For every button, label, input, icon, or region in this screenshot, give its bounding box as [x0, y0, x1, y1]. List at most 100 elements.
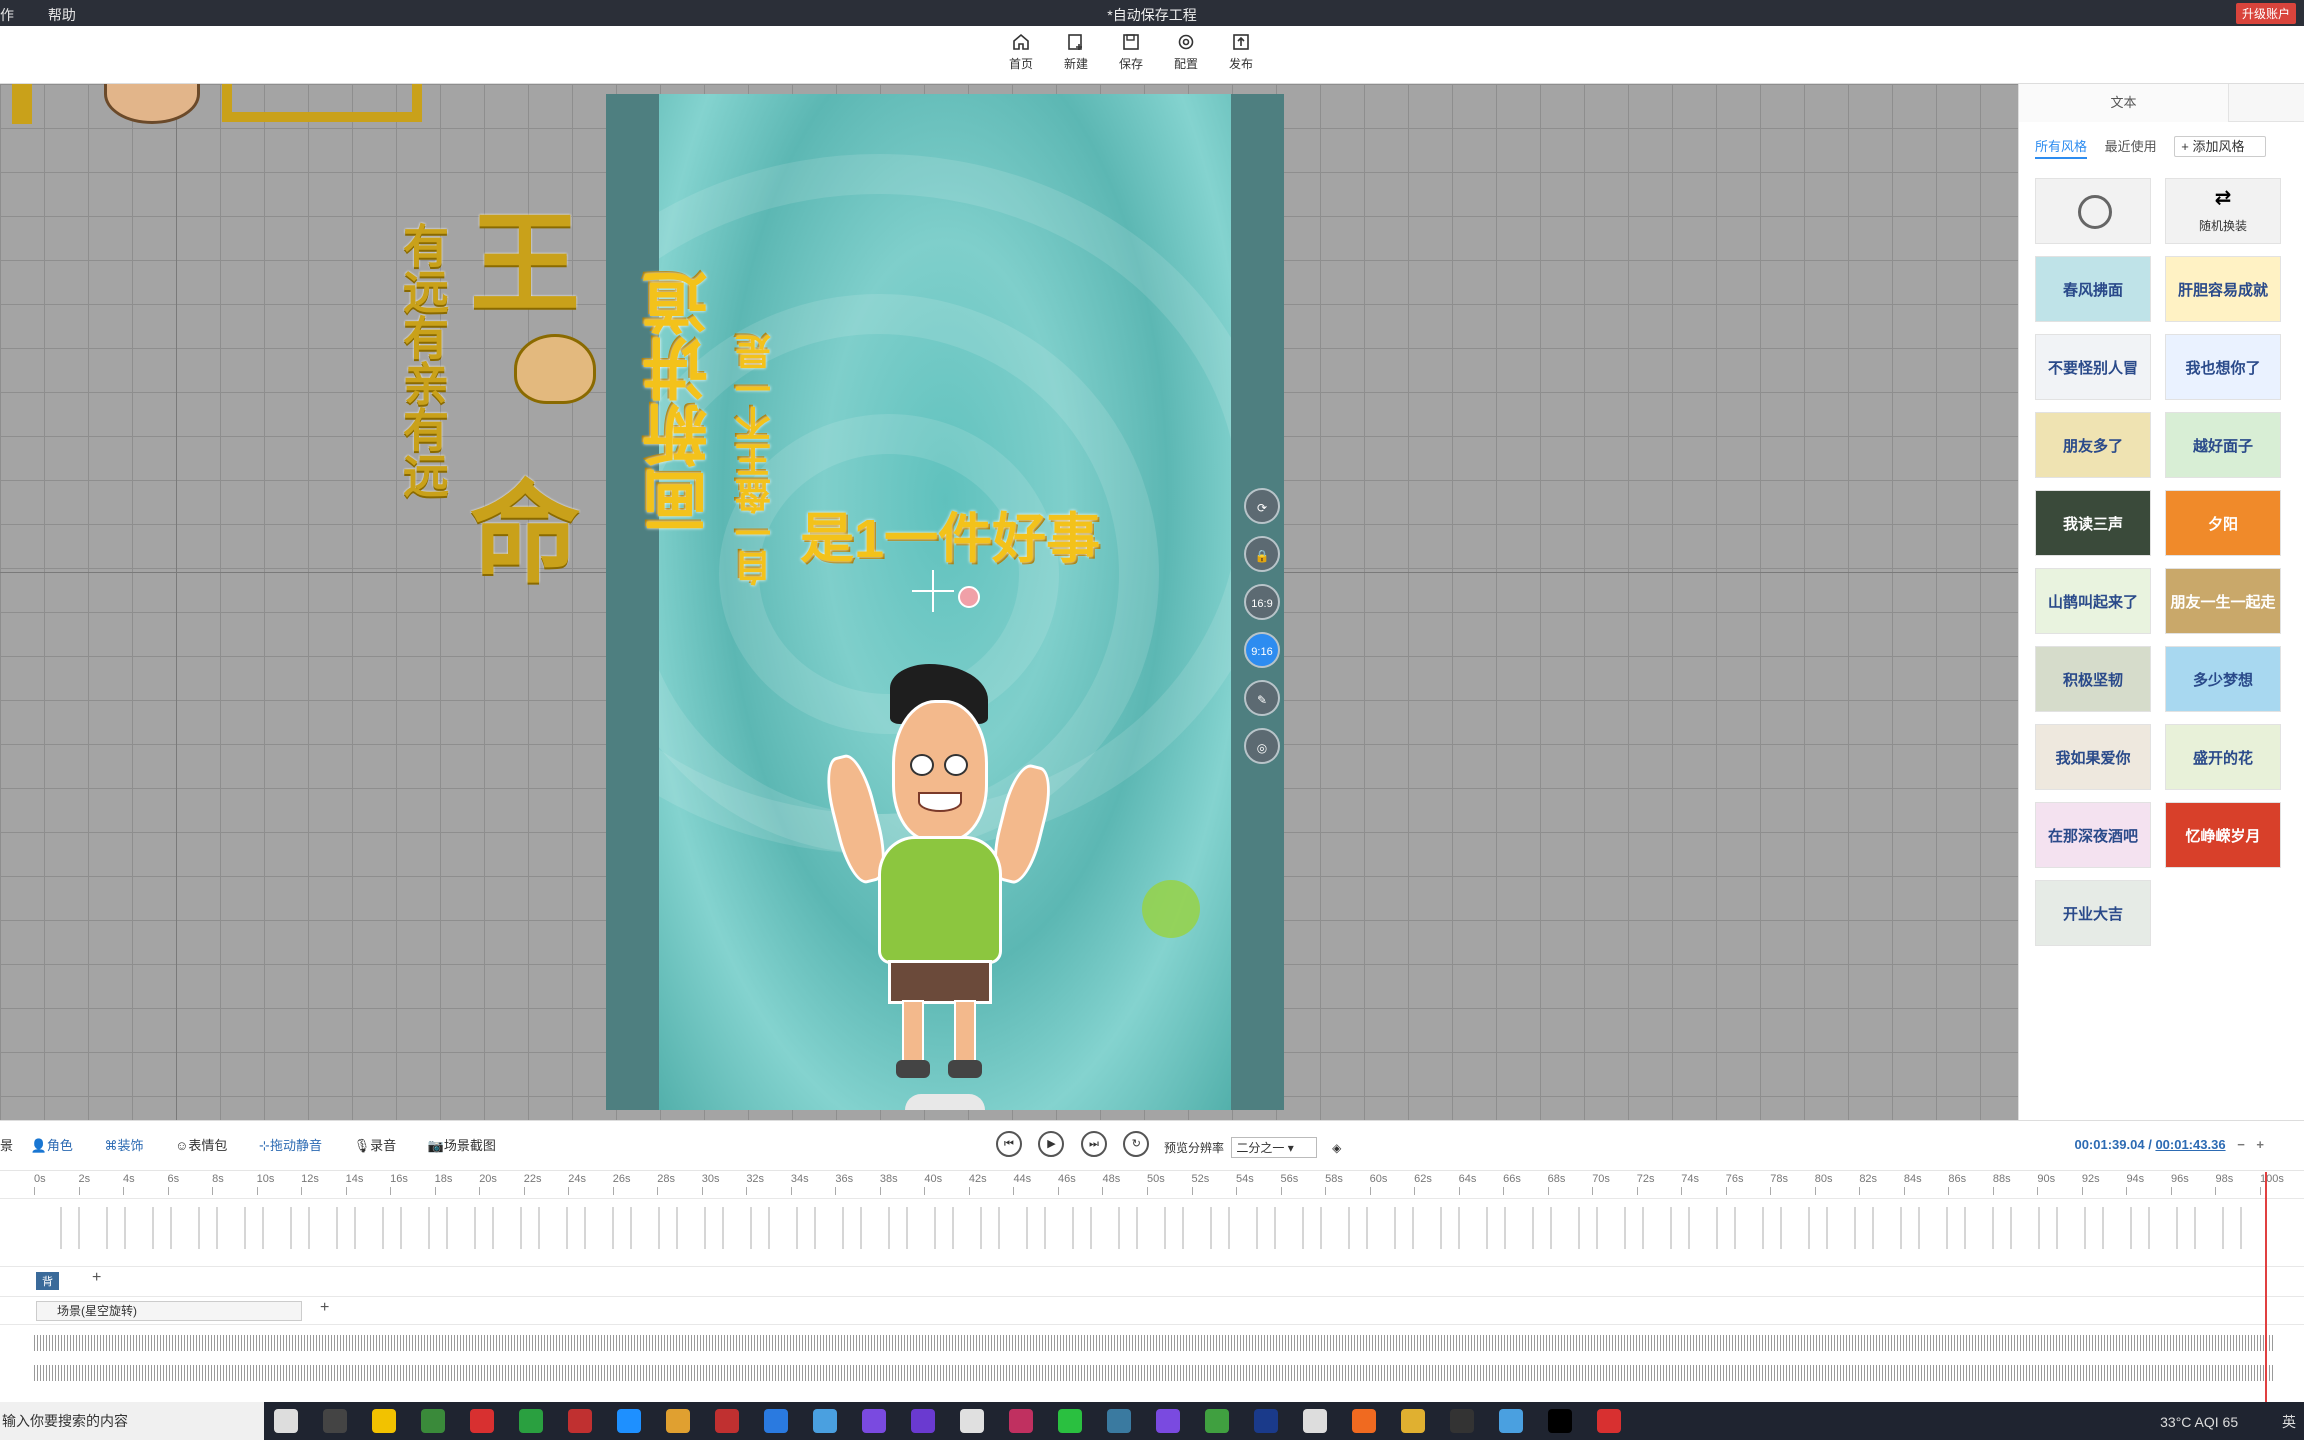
taskbar-app-icon[interactable]	[1303, 1409, 1327, 1433]
offstage-text-top-left[interactable]	[222, 84, 422, 122]
small-bird-sticker[interactable]	[958, 586, 980, 608]
skip-forward-icon[interactable]: ⏭	[1080, 1131, 1107, 1157]
resolution-select[interactable]: 二分之一 ▾	[1231, 1137, 1317, 1158]
audio-waveform-1[interactable]	[34, 1335, 2274, 1351]
offstage-character-bottom[interactable]	[12, 84, 32, 124]
settings-button[interactable]: 配置	[1161, 32, 1211, 72]
weather-display[interactable]: 33°C AQI 65	[2160, 1414, 2238, 1430]
tool-decoration[interactable]: ⌘装饰	[104, 1138, 157, 1153]
taskbar-app-icon[interactable]	[274, 1409, 298, 1433]
style-thumbnail[interactable]: 积极坚韧	[2035, 646, 2151, 712]
style-thumbnail[interactable]	[2035, 178, 2151, 244]
taskbar-app-icon[interactable]	[470, 1409, 494, 1433]
offstage-text-vertical[interactable]: 有远有亲有远	[390, 222, 456, 498]
style-thumbnail[interactable]: 山鹊叫起来了	[2035, 568, 2151, 634]
offstage-text-big[interactable]: 命	[470, 444, 580, 604]
timeline-ruler[interactable]: 0s 2s 4s 6s 8s 10s 12s 14s 16s 18s 20s 22s 24s 26s 28s…	[0, 1170, 2304, 1198]
taskbar-app-icon[interactable]	[960, 1409, 984, 1433]
audio-waveform-2[interactable]	[34, 1365, 2274, 1381]
style-thumbnail[interactable]: 忆峥嵘岁月	[2165, 802, 2281, 868]
taskbar-app-icon[interactable]	[1156, 1409, 1180, 1433]
cartoon-character[interactable]	[818, 664, 1058, 1084]
zoom-out-icon[interactable]: −	[2237, 1137, 2245, 1152]
play-icon[interactable]: ▶	[1038, 1131, 1065, 1157]
taskbar-app-icon[interactable]	[372, 1409, 396, 1433]
taskbar-app-icon[interactable]	[666, 1409, 690, 1433]
style-thumbnail[interactable]: 肝胆容易成就	[2165, 256, 2281, 322]
home-button[interactable]: 首页	[996, 32, 1046, 72]
editor-canvas[interactable]: 有远有亲有远 命 王 画新讲道 自一盘王不一是 是1一件好事 ⟳ 🔒 16:9 …	[0, 84, 2018, 1120]
add-style-button[interactable]: + 添加风格	[2174, 136, 2266, 157]
taskbar-app-icon[interactable]	[911, 1409, 935, 1433]
keyframe-track[interactable]	[0, 1198, 2304, 1266]
stage-headline[interactable]: 是1一件好事	[800, 494, 1100, 573]
taskbar-app-icon[interactable]	[1499, 1409, 1523, 1433]
style-thumbnail[interactable]: 越好面子	[2165, 412, 2281, 478]
taskbar-app-icon[interactable]	[715, 1409, 739, 1433]
keyframe-markers[interactable]	[34, 1207, 2264, 1249]
taskbar-app-icon[interactable]	[519, 1409, 543, 1433]
taskbar-app-icon[interactable]	[568, 1409, 592, 1433]
stage-frame[interactable]: 画新讲道 自一盘王不一是 是1一件好事	[606, 94, 1284, 1110]
offstage-text-king[interactable]: 王	[470, 174, 580, 334]
style-thumbnail[interactable]: 我读三声	[2035, 490, 2151, 556]
taskbar-app-icon[interactable]	[1352, 1409, 1376, 1433]
stage-collapse-handle[interactable]	[905, 1094, 985, 1110]
style-thumbnail[interactable]: 多少梦想	[2165, 646, 2281, 712]
style-thumbnail[interactable]: ⇄ 随机换装	[2165, 178, 2281, 244]
edit-button[interactable]: ✎	[1244, 680, 1280, 716]
zoom-in-icon[interactable]: +	[2256, 1137, 2264, 1152]
add-layer-button[interactable]: +	[92, 1269, 101, 1287]
publish-button[interactable]: 发布	[1216, 32, 1266, 72]
style-thumbnail[interactable]: 夕阳	[2165, 490, 2281, 556]
taskbar-app-icon[interactable]	[862, 1409, 886, 1433]
subtab-recent[interactable]: 最近使用	[2105, 139, 2157, 154]
offstage-crown-figure[interactable]	[514, 334, 596, 404]
add-scene-button[interactable]: +	[320, 1299, 329, 1317]
taskbar-app-icon[interactable]	[421, 1409, 445, 1433]
tool-emoji[interactable]: ☺表情包	[175, 1138, 241, 1153]
lock-button[interactable]: 🔒	[1244, 536, 1280, 572]
ime-indicator[interactable]: 英	[2282, 1414, 2296, 1430]
tool-drag-mute[interactable]: ⊹拖动静音	[259, 1138, 336, 1153]
style-thumbnail[interactable]: 朋友多了	[2035, 412, 2151, 478]
taskbar-app-icon[interactable]	[1058, 1409, 1082, 1433]
style-thumbnail[interactable]: 我也想你了	[2165, 334, 2281, 400]
taskbar-app-icon[interactable]	[1597, 1409, 1621, 1433]
save-button[interactable]: 保存	[1106, 32, 1156, 72]
subtab-all-styles[interactable]: 所有风格	[2035, 139, 2088, 159]
audio-track[interactable]	[0, 1324, 2304, 1402]
rotate-button[interactable]: ⟳	[1244, 488, 1280, 524]
tool-record[interactable]: 🎙录音	[354, 1138, 411, 1153]
taskbar-app-icon[interactable]	[1450, 1409, 1474, 1433]
style-thumbnail[interactable]: 不要怪别人冒	[2035, 334, 2151, 400]
offstage-character-head[interactable]	[104, 84, 200, 124]
tool-character[interactable]: 👤角色	[31, 1138, 87, 1153]
taskbar-app-icon[interactable]	[1205, 1409, 1229, 1433]
tab-text[interactable]: 文本	[2019, 84, 2229, 122]
upgrade-button[interactable]: 升级账户	[2235, 3, 2296, 24]
taskbar-app-icon[interactable]	[617, 1409, 641, 1433]
target-button[interactable]: ◎	[1244, 728, 1280, 764]
taskbar-app-icon[interactable]	[1107, 1409, 1131, 1433]
ratio-16-9-button[interactable]: 16:9	[1244, 584, 1280, 620]
tool-screenshot[interactable]: 📷场景截图	[428, 1138, 510, 1153]
taskbar-app-icon[interactable]	[323, 1409, 347, 1433]
replay-icon[interactable]: ↻	[1123, 1131, 1150, 1157]
style-thumbnail[interactable]: 朋友一生一起走	[2165, 568, 2281, 634]
style-thumbnail[interactable]: 春风拂面	[2035, 256, 2151, 322]
stage-vertical-subtitle[interactable]: 自一盘王不一是	[730, 334, 782, 586]
taskbar-app-icon[interactable]	[1401, 1409, 1425, 1433]
layer-tag[interactable]: 背	[36, 1272, 59, 1290]
stage-vertical-title[interactable]: 画新讲道	[632, 270, 728, 534]
style-thumbnail[interactable]: 盛开的花	[2165, 724, 2281, 790]
new-button[interactable]: 新建	[1051, 32, 1101, 72]
taskbar-app-icon[interactable]	[1009, 1409, 1033, 1433]
style-thumbnail[interactable]: 在那深夜酒吧	[2035, 802, 2151, 868]
taskbar-search[interactable]: 输入你要搜索的内容	[0, 1402, 264, 1440]
style-thumbnail[interactable]: 开业大吉	[2035, 880, 2151, 946]
layers-icon[interactable]: ◈	[1332, 1141, 1341, 1155]
taskbar-app-icon[interactable]	[1254, 1409, 1278, 1433]
style-thumbnail[interactable]: 我如果爱你	[2035, 724, 2151, 790]
taskbar-app-icon[interactable]	[813, 1409, 837, 1433]
